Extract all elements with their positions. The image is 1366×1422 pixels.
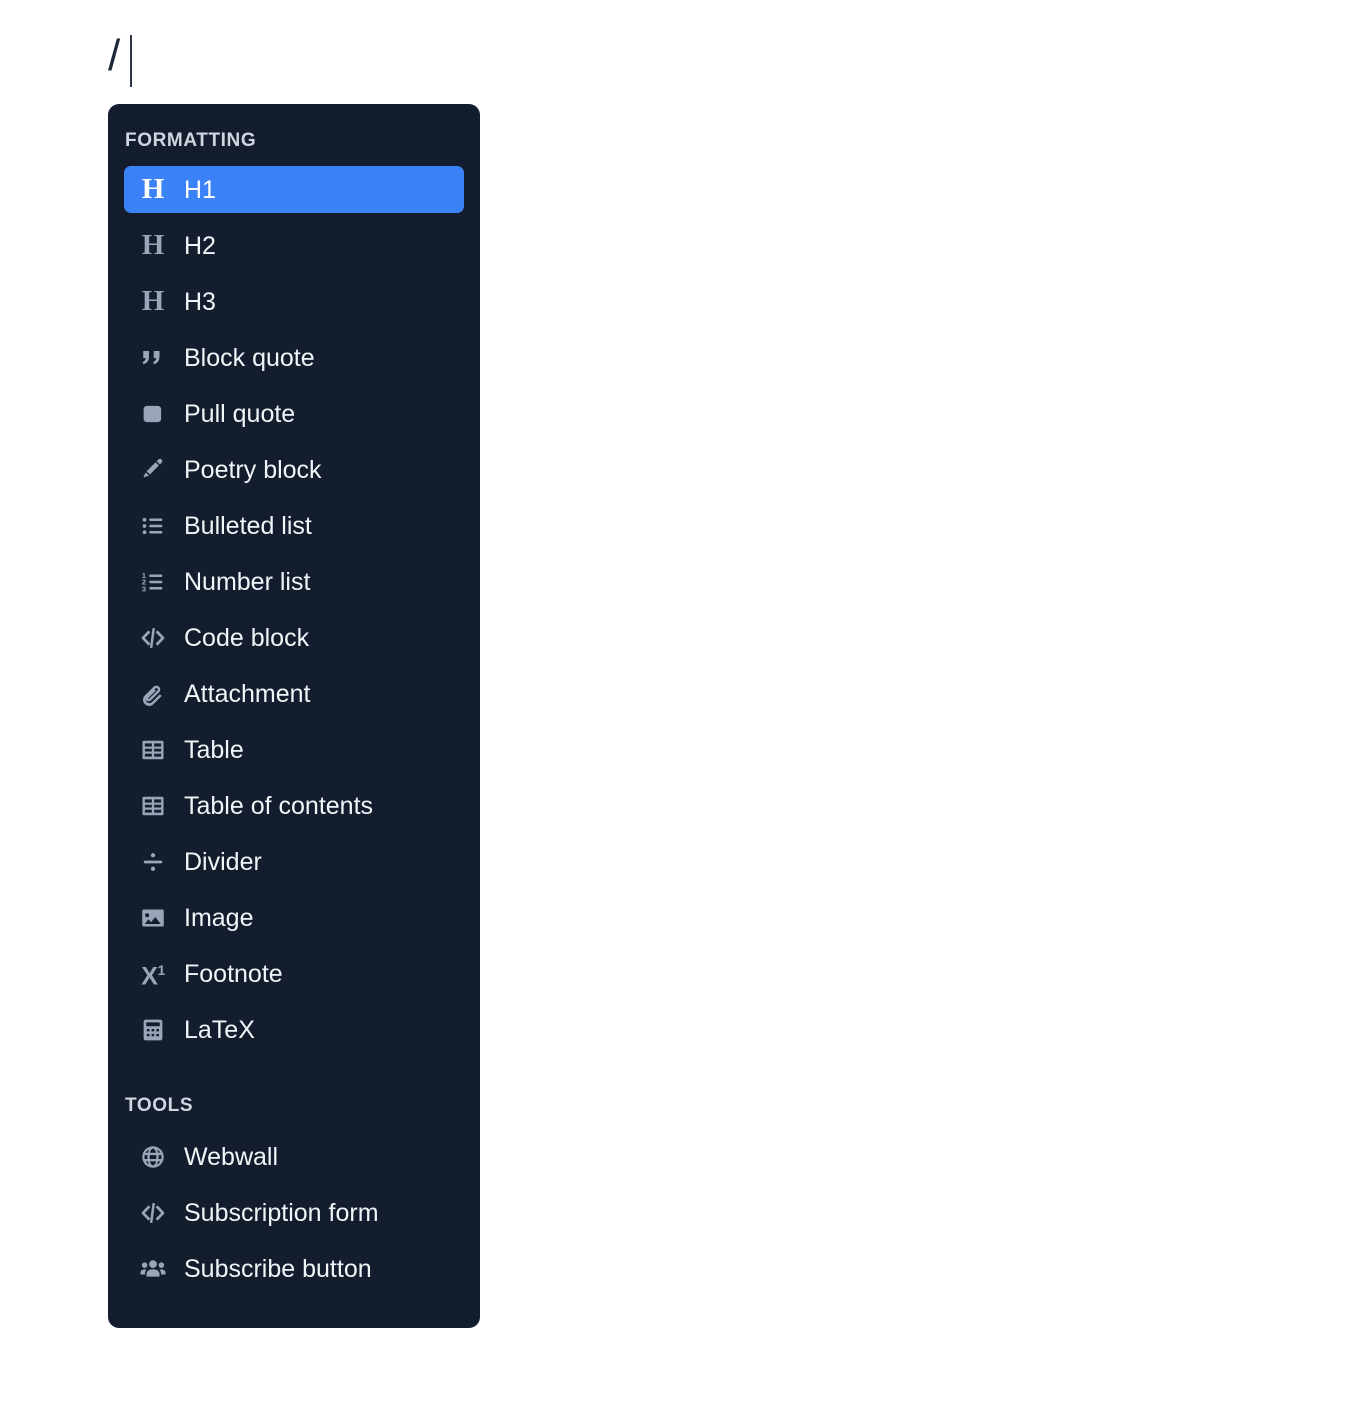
slash-command-text: /	[108, 31, 121, 80]
slash-command-menu: FORMATTING H H1 H H2 H H3 Block quote Pull quot…	[108, 104, 480, 1328]
menu-item-h2[interactable]: H H2	[124, 222, 464, 269]
image-icon	[136, 903, 170, 933]
menu-item-table[interactable]: Table	[124, 726, 464, 773]
menu-item-webwall[interactable]: Webwall	[124, 1133, 464, 1180]
text-caret	[130, 35, 132, 87]
menu-item-h1[interactable]: H H1	[124, 166, 464, 213]
menu-item-image[interactable]: Image	[124, 894, 464, 941]
menu-item-label: Poetry block	[184, 455, 322, 484]
menu-item-label: Subscription form	[184, 1198, 379, 1227]
menu-item-label: H3	[184, 287, 216, 316]
table-icon	[136, 791, 170, 821]
code-icon	[136, 623, 170, 653]
menu-item-number-list[interactable]: 1 2 3 Number list	[124, 558, 464, 605]
heading-two-icon: H	[141, 229, 165, 261]
menu-item-bulleted-list[interactable]: Bulleted list	[124, 502, 464, 549]
pen-nib-icon	[136, 455, 170, 485]
heading-three-icon: H	[141, 285, 165, 317]
editor-line[interactable]: /	[108, 28, 1308, 88]
menu-item-attachment[interactable]: Attachment	[124, 670, 464, 717]
menu-item-divider[interactable]: Divider	[124, 838, 464, 885]
people-group-icon	[136, 1254, 170, 1284]
quote-icon	[136, 343, 170, 373]
menu-item-subscription-form[interactable]: Subscription form	[124, 1189, 464, 1236]
menu-item-table-of-contents[interactable]: Table of contents	[124, 782, 464, 829]
section-title-formatting: FORMATTING	[125, 130, 257, 151]
menu-item-code-block[interactable]: Code block	[124, 614, 464, 661]
numbered-list-icon: 123	[136, 567, 170, 597]
bulleted-list-icon	[136, 511, 170, 541]
section-title-tools: TOOLS	[125, 1095, 194, 1116]
svg-text:3: 3	[142, 584, 147, 593]
formatting-item-list: H H1 H H2 H H3 Block quote Pull quote Poetry blo…	[108, 166, 480, 1053]
menu-item-label: Bulleted list	[184, 511, 312, 540]
menu-item-label: Webwall	[184, 1142, 279, 1171]
menu-item-subscribe-button[interactable]: Subscribe button	[124, 1245, 464, 1292]
superscript-icon: X1	[141, 961, 165, 991]
menu-item-label: Footnote	[184, 959, 283, 988]
menu-section-tools: TOOLS Webwall Subscription form Subscribe …	[108, 1095, 480, 1292]
globe-icon	[136, 1142, 170, 1172]
menu-item-label: Subscribe button	[184, 1254, 372, 1283]
calculator-icon	[136, 1015, 170, 1045]
menu-item-latex[interactable]: LaTeX	[124, 1006, 464, 1053]
heading-one-icon: H	[141, 173, 165, 205]
menu-item-block-quote[interactable]: Block quote	[124, 334, 464, 381]
menu-item-label: Number list	[184, 567, 311, 596]
menu-item-label: Image	[184, 903, 254, 932]
pull-quote-icon	[136, 399, 170, 429]
menu-item-poetry-block[interactable]: Poetry block	[124, 446, 464, 493]
code-icon	[136, 1198, 170, 1228]
menu-item-label: Pull quote	[184, 399, 296, 428]
menu-item-label: Block quote	[184, 343, 315, 372]
paperclip-icon	[136, 679, 170, 709]
menu-item-label: Table of contents	[184, 791, 374, 820]
menu-item-label: Divider	[184, 847, 262, 876]
menu-item-label: Attachment	[184, 679, 311, 708]
menu-item-label: Code block	[184, 623, 310, 652]
divide-icon	[136, 847, 170, 877]
menu-item-label: H2	[184, 231, 216, 260]
menu-item-label: LaTeX	[184, 1015, 255, 1044]
menu-item-pull-quote[interactable]: Pull quote	[124, 390, 464, 437]
menu-item-h3[interactable]: H H3	[124, 278, 464, 325]
menu-section-formatting: FORMATTING H H1 H H2 H H3 Block quote Pull quot…	[108, 130, 480, 1053]
tools-item-list: Webwall Subscription form Subscribe button	[108, 1133, 480, 1292]
menu-item-label: Table	[184, 735, 244, 764]
menu-item-label: H1	[184, 175, 216, 204]
table-icon	[136, 735, 170, 765]
menu-item-footnote[interactable]: X1 Footnote	[124, 950, 464, 997]
